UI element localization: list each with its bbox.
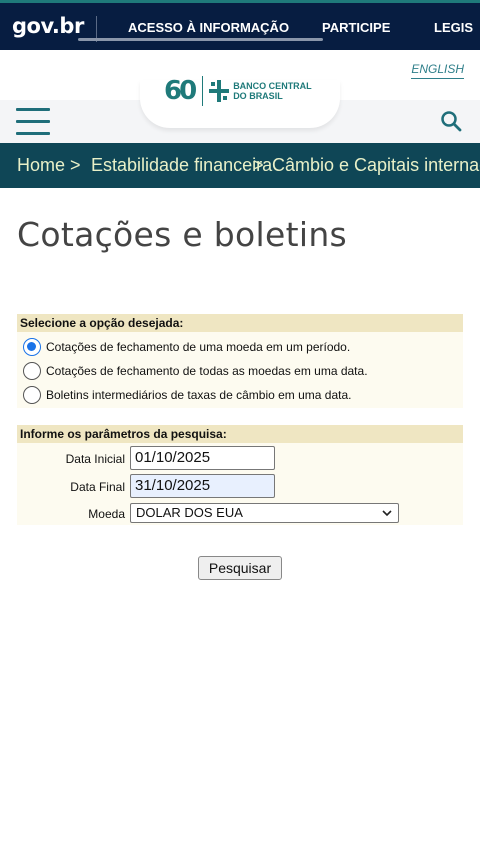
site-header: ENGLISH 60 BANCO CENTRAL DO BRASIL <box>0 50 480 143</box>
search-icon[interactable] <box>440 110 462 132</box>
currency-select[interactable]: DOLAR DOS EUA <box>130 503 399 523</box>
topbar-link-acesso-informacao[interactable]: ACESSO À INFORMAÇÃO <box>128 20 289 35</box>
params-heading: Informe os parâmetros da pesquisa: <box>17 425 463 443</box>
radio-button[interactable] <box>23 386 41 404</box>
topbar-scrollbar[interactable] <box>78 38 323 41</box>
logo-text-line2: DO BRASIL <box>233 91 283 101</box>
govbr-top-bar: gov.br ACESSO À INFORMAÇÃO PARTICIPE LEG… <box>0 0 480 50</box>
option-label: Cotações de fechamento de todas as moeda… <box>46 364 368 378</box>
banco-central-logo[interactable]: 60 BANCO CENTRAL DO BRASIL <box>164 74 312 108</box>
start-date-input[interactable]: 01/10/2025 <box>130 446 275 470</box>
options-panel: Selecione a opção desejada: Cotações de … <box>17 314 463 408</box>
params-panel: Informe os parâmetros da pesquisa: Data … <box>17 425 463 525</box>
end-date-input[interactable]: 31/10/2025 <box>130 474 275 498</box>
breadcrumb-home[interactable]: Home <box>17 155 65 176</box>
currency-selected-value: DOLAR DOS EUA <box>136 505 243 520</box>
page-title: Cotações e boletins <box>17 215 348 254</box>
radio-button-selected[interactable] <box>23 338 41 356</box>
start-date-label: Data Inicial <box>65 452 125 466</box>
logo-60-anos: 60 <box>164 76 197 106</box>
breadcrumb-separator: > <box>253 155 264 175</box>
option-fechamento-todas-moedas[interactable]: Cotações de fechamento de todas as moeda… <box>23 362 368 380</box>
breadcrumb-separator: > <box>70 155 81 175</box>
option-label: Cotações de fechamento de uma moeda em u… <box>46 340 351 354</box>
breadcrumb-cambio-capitais[interactable]: Câmbio e Capitais internacio <box>272 155 480 176</box>
currency-label: Moeda <box>88 507 125 521</box>
banco-central-emblem-icon <box>209 80 230 102</box>
english-language-link[interactable]: ENGLISH <box>411 62 464 79</box>
breadcrumb: Home > Estabilidade financeira > Câmbio … <box>0 143 480 188</box>
chevron-down-icon <box>382 510 392 517</box>
topbar-link-participe[interactable]: PARTICIPE <box>322 20 390 35</box>
breadcrumb-estabilidade-financeira[interactable]: Estabilidade financeira <box>91 155 272 176</box>
option-boletins-intermediarios[interactable]: Boletins intermediários de taxas de câmb… <box>23 386 352 404</box>
logo-text-line1: BANCO CENTRAL <box>233 81 312 91</box>
radio-button[interactable] <box>23 362 41 380</box>
options-heading: Selecione a opção desejada: <box>17 314 463 332</box>
option-label: Boletins intermediários de taxas de câmb… <box>46 388 352 402</box>
topbar-link-legislacao[interactable]: LEGIS <box>434 20 473 35</box>
end-date-label: Data Final <box>70 480 125 494</box>
search-button[interactable]: Pesquisar <box>198 556 282 580</box>
option-fechamento-moeda-periodo[interactable]: Cotações de fechamento de uma moeda em u… <box>23 338 350 356</box>
govbr-logo[interactable]: gov.br <box>12 14 84 38</box>
menu-hamburger-icon[interactable] <box>16 108 50 135</box>
